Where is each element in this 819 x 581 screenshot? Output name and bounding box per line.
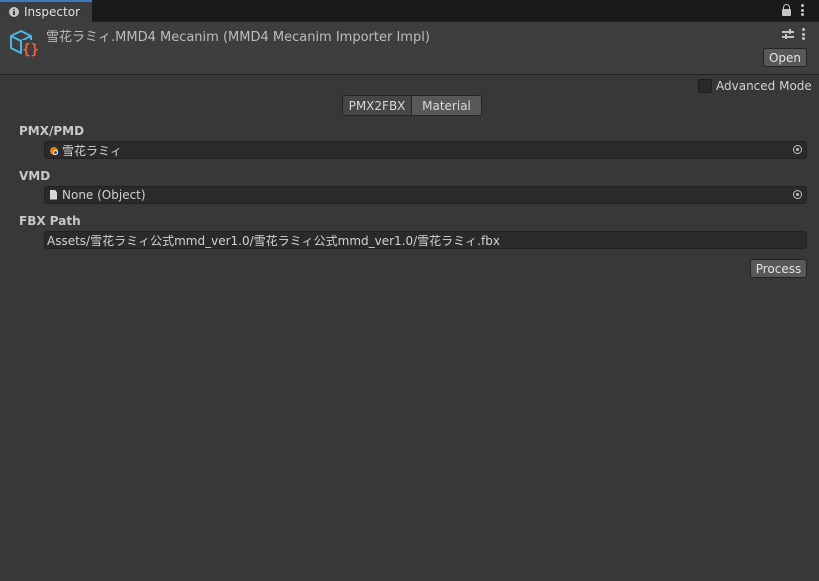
tab-bar-controls [781, 3, 805, 17]
info-icon [9, 7, 19, 17]
inspector-window: Inspector {} 雪花ラミィ.MMD4 Mecanim (MMD4 Me… [0, 0, 819, 581]
blender-file-icon [49, 145, 59, 156]
lock-icon[interactable] [781, 3, 791, 17]
open-button[interactable]: Open [763, 48, 807, 67]
mode-toolbar: PMX2FBX Material [342, 95, 482, 116]
document-icon [49, 190, 59, 201]
inspector-header: {} 雪花ラミィ.MMD4 Mecanim (MMD4 Mecanim Impo… [0, 22, 819, 75]
vmd-value: None (Object) [62, 188, 146, 202]
pmx-object-field[interactable]: 雪花ラミィ [44, 141, 807, 159]
asset-title: 雪花ラミィ.MMD4 Mecanim (MMD4 Mecanim Importe… [46, 30, 430, 45]
header-controls [782, 27, 806, 41]
tab-bar: Inspector [0, 0, 819, 22]
tab-inspector[interactable]: Inspector [0, 0, 92, 22]
context-menu-icon[interactable] [802, 27, 806, 41]
svg-text:{}: {} [22, 42, 39, 58]
process-button[interactable]: Process [750, 259, 807, 278]
fbx-path-label: FBX Path [19, 214, 81, 228]
vmd-object-field[interactable]: None (Object) [44, 186, 807, 204]
advanced-mode-label: Advanced Mode [716, 79, 812, 93]
advanced-mode-toggle[interactable]: Advanced Mode [698, 79, 812, 93]
pmx-label: PMX/PMD [19, 124, 85, 138]
tab-pmx2fbx[interactable]: PMX2FBX [343, 96, 412, 115]
tab-label: Inspector [24, 5, 80, 19]
pmx-value: 雪花ラミィ [62, 143, 123, 158]
object-picker-icon[interactable] [793, 145, 802, 154]
vmd-label: VMD [19, 169, 51, 183]
tab-material[interactable]: Material [412, 96, 481, 115]
presets-icon[interactable] [782, 28, 794, 40]
fbx-path-input[interactable]: Assets/雪花ラミィ公式mmd_ver1.0/雪花ラミィ公式mmd_ver1… [44, 231, 807, 249]
object-picker-icon[interactable] [793, 190, 802, 199]
script-asset-icon: {} [10, 30, 39, 58]
tab-menu-icon[interactable] [801, 3, 805, 17]
advanced-mode-checkbox[interactable] [698, 79, 712, 93]
